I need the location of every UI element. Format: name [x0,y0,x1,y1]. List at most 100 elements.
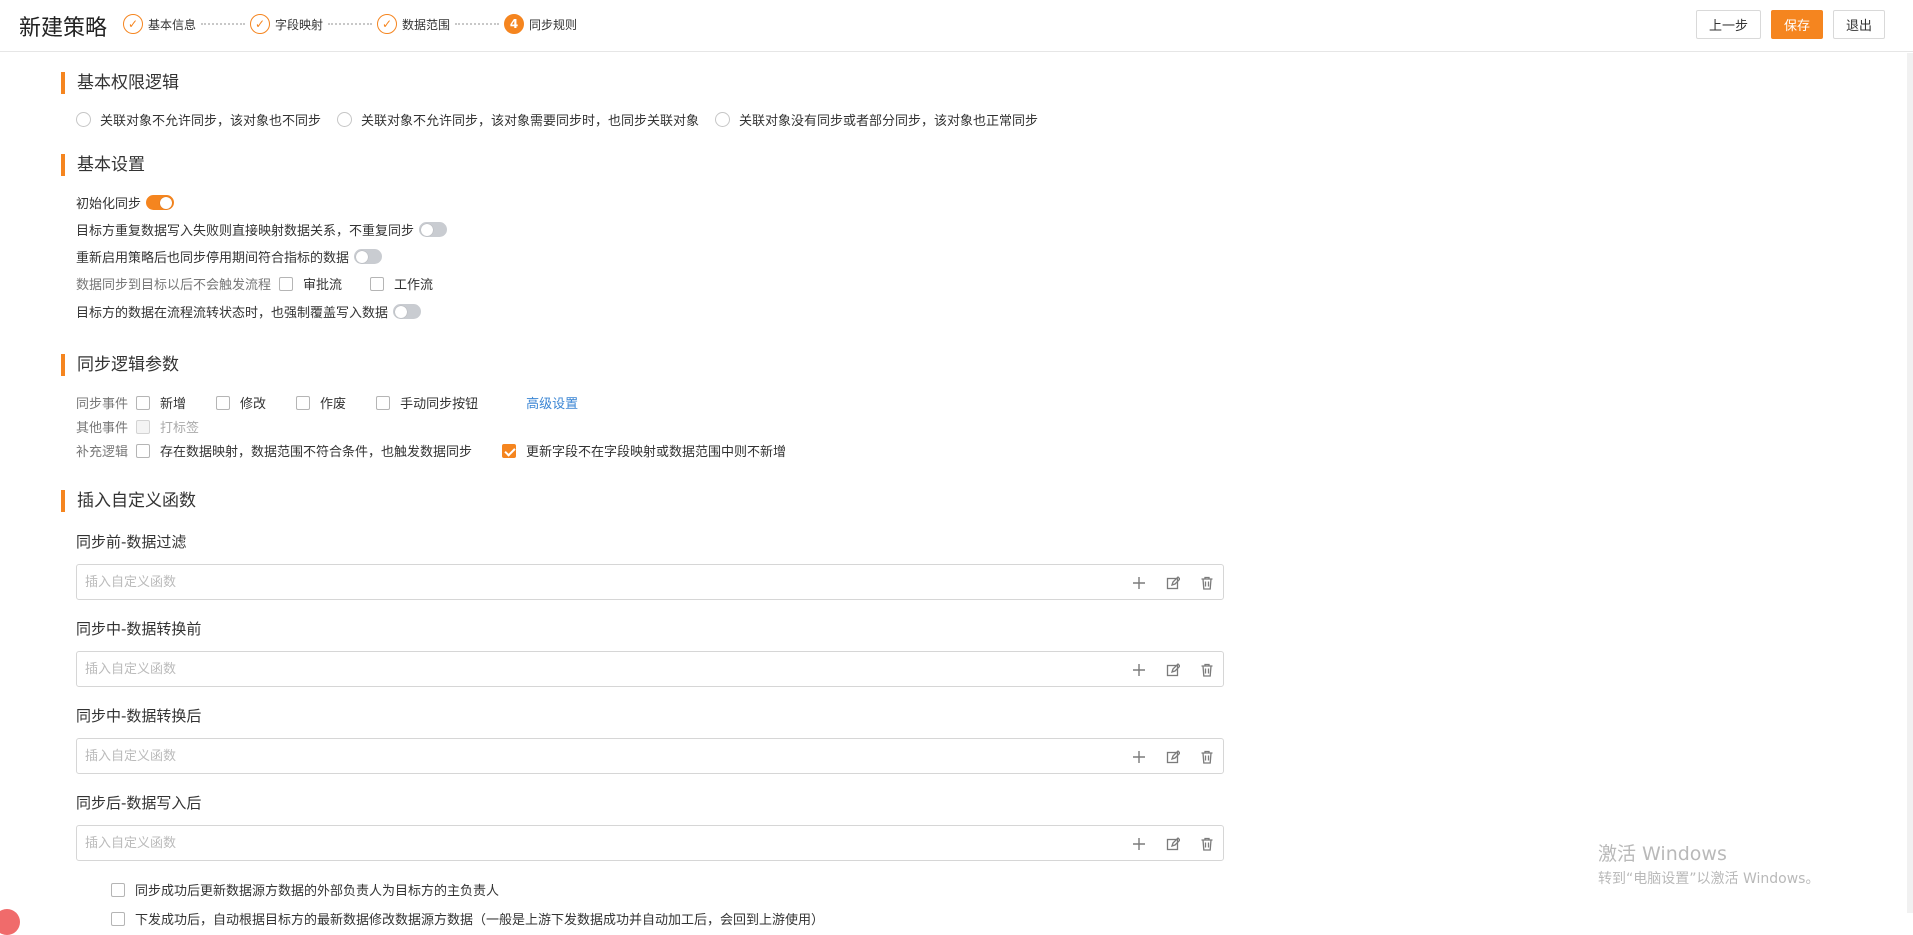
step-connector [201,23,246,25]
trash-icon[interactable] [1197,747,1217,767]
edit-icon[interactable] [1163,573,1183,593]
permission-options: 关联对象不允许同步，该对象也不同步 关联对象不允许同步，该对象需要同步时，也同步… [76,110,1054,129]
step-field-mapping[interactable]: ✓ 字段映射 [250,14,323,34]
permission-option-1[interactable]: 关联对象不允许同步，该对象也不同步 [76,110,321,129]
section-title-logic: 同步逻辑参数 [61,354,179,376]
tag-event-checkbox[interactable] [136,419,151,434]
footer-option-1-checkbox[interactable] [111,882,125,897]
footer-option-1-label: 同步成功后更新数据源方数据的外部负责人为目标方的主负责人 [135,884,500,899]
other-events-row: 其他事件 打标签 [76,417,215,436]
permission-option-3[interactable]: 关联对象没有同步或者部分同步，该对象也正常同步 [715,110,1038,129]
sync-events-label: 同步事件 [76,397,129,412]
force-overwrite-label: 目标方的数据在流程流转状态时，也强制覆盖写入数据 [76,306,389,321]
init-sync-label: 初始化同步 [76,197,142,212]
event-edit-item[interactable]: 修改 [216,393,266,412]
function-input[interactable] [77,739,1117,773]
other-events-label: 其他事件 [76,421,129,436]
function-label-post-write: 同步后-数据写入后 [76,794,202,812]
function-input[interactable] [77,565,1117,599]
step-label: 字段映射 [275,17,324,32]
approval-checkbox-item[interactable]: 审批流 [279,274,342,293]
target-retry-label: 目标方重复数据写入失败则直接映射数据关系，不重复同步 [76,224,415,239]
radio-button[interactable] [715,112,731,127]
function-label-post-convert: 同步中-数据转换后 [76,707,202,725]
save-button[interactable]: 保存 [1770,10,1823,39]
radio-label: 关联对象没有同步或者部分同步，该对象也正常同步 [739,114,1039,129]
target-retry-row: 目标方重复数据写入失败则直接映射数据关系，不重复同步 [76,220,448,239]
radio-label: 关联对象不允许同步，该对象也不同步 [100,114,322,129]
trash-icon[interactable] [1197,834,1217,854]
target-retry-toggle[interactable] [419,222,448,237]
main-content: 基本权限逻辑 关联对象不允许同步，该对象也不同步 关联对象不允许同步，该对象需要… [0,53,1913,932]
function-label-pre-filter: 同步前-数据过滤 [76,533,187,551]
event-label: 手动同步按钮 [400,397,479,412]
footer-option-2: 下发成功后，自动根据目标方的最新数据修改数据源方数据（一般是上游下发数据成功并自… [111,909,840,928]
footer-option-1-item[interactable]: 同步成功后更新数据源方数据的外部负责人为目标方的主负责人 [111,880,499,899]
advanced-settings-link[interactable]: 高级设置 [526,393,578,412]
footer-option-2-item[interactable]: 下发成功后，自动根据目标方的最新数据修改数据源方数据（一般是上游下发数据成功并自… [111,909,824,928]
supplement-2-item[interactable]: 更新字段不在字段映射或数据范围中则不新增 [502,441,786,460]
workflow-label: 工作流 [394,278,434,293]
force-overwrite-row: 目标方的数据在流程流转状态时，也强制覆盖写入数据 [76,302,422,321]
footer-option-1: 同步成功后更新数据源方数据的外部负责人为目标方的主负责人 [111,880,515,899]
top-bar: 新建策略 ✓ 基本信息 ✓ 字段映射 ✓ 数据范围 4 同步规则 上一步 保存 … [0,0,1913,52]
plus-icon[interactable] [1129,747,1149,767]
footer-option-2-label: 下发成功后，自动根据目标方的最新数据修改数据源方数据（一般是上游下发数据成功并自… [135,913,825,928]
workflow-checkbox[interactable] [370,276,385,291]
plus-icon[interactable] [1129,573,1149,593]
step-number-icon: 4 [504,14,525,34]
event-add-checkbox[interactable] [136,395,151,410]
function-actions [1129,573,1217,593]
step-progress: ✓ 基本信息 ✓ 字段映射 ✓ 数据范围 4 同步规则 [123,14,577,34]
no-flow-label: 数据同步到目标以后不会触发流程 [76,278,272,293]
event-void-checkbox[interactable] [296,395,311,410]
tag-event-label: 打标签 [160,421,200,436]
function-input[interactable] [77,652,1117,686]
permission-option-2[interactable]: 关联对象不允许同步，该对象需要同步时，也同步关联对象 [337,110,699,129]
plus-icon[interactable] [1129,834,1149,854]
function-box-post-convert [76,738,1224,774]
function-box-post-write [76,825,1224,861]
event-manual-item[interactable]: 手动同步按钮 [376,393,478,412]
event-void-item[interactable]: 作废 [296,393,346,412]
approval-checkbox[interactable] [279,276,294,291]
supplement-1-checkbox[interactable] [136,443,151,458]
function-box-pre-filter [76,564,1224,600]
step-connector [455,23,500,25]
edit-icon[interactable] [1163,660,1183,680]
supplement-1-item[interactable]: 存在数据映射，数据范围不符合条件，也触发数据同步 [136,441,472,460]
step-data-range[interactable]: ✓ 数据范围 [377,14,450,34]
function-actions [1129,834,1217,854]
event-label: 作废 [320,397,347,412]
tag-event-item[interactable]: 打标签 [136,417,199,436]
radio-button[interactable] [337,112,353,127]
force-overwrite-toggle[interactable] [393,304,422,319]
step-connector [328,23,373,25]
radio-button[interactable] [76,112,91,127]
trash-icon[interactable] [1197,660,1217,680]
restart-sync-toggle[interactable] [354,249,383,264]
watermark-title: 激活 Windows [1598,843,1727,865]
radio-label: 关联对象不允许同步，该对象需要同步时，也同步关联对象 [361,114,700,129]
function-label-pre-convert: 同步中-数据转换前 [76,620,202,638]
step-basic-info[interactable]: ✓ 基本信息 [123,14,196,34]
supplement-2-checkbox[interactable] [502,443,517,458]
function-input[interactable] [77,826,1117,860]
check-icon: ✓ [250,14,271,34]
trash-icon[interactable] [1197,573,1217,593]
edit-icon[interactable] [1163,834,1183,854]
event-add-item[interactable]: 新增 [136,393,186,412]
exit-button[interactable]: 退出 [1832,10,1885,39]
edit-icon[interactable] [1163,747,1183,767]
event-label: 修改 [240,397,267,412]
step-label: 基本信息 [148,17,197,32]
footer-option-2-checkbox[interactable] [111,911,125,926]
step-sync-rules[interactable]: 4 同步规则 [504,14,577,34]
init-sync-toggle[interactable] [146,195,175,210]
plus-icon[interactable] [1129,660,1149,680]
section-title-permission: 基本权限逻辑 [61,72,179,94]
event-edit-checkbox[interactable] [216,395,231,410]
event-manual-checkbox[interactable] [376,395,391,410]
prev-step-button[interactable]: 上一步 [1695,10,1761,39]
workflow-checkbox-item[interactable]: 工作流 [370,274,433,293]
